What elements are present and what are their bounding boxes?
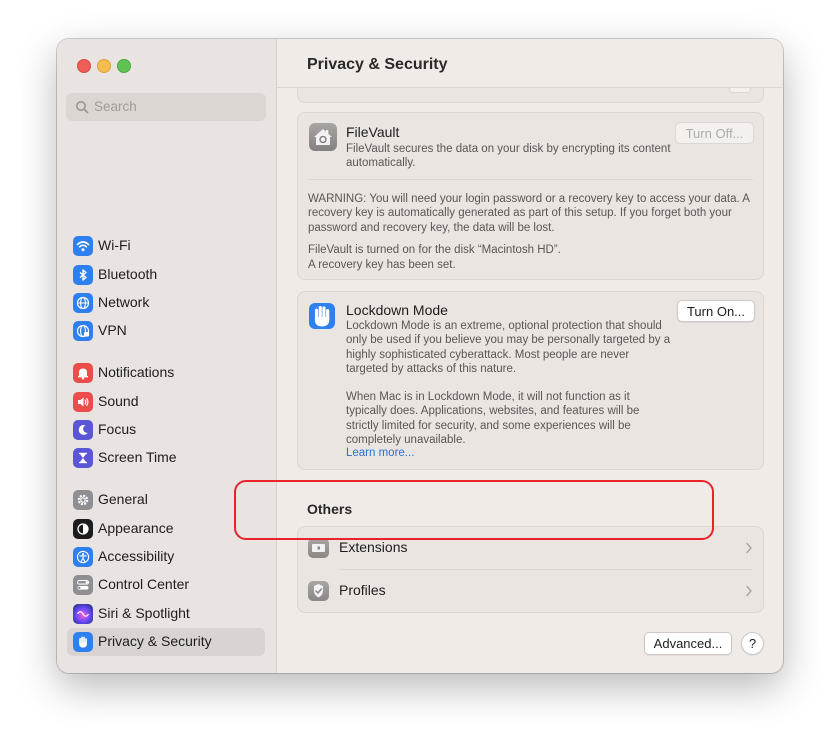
title-divider-overlay bbox=[277, 87, 783, 88]
accessibility-icon bbox=[73, 547, 93, 567]
profiles-label: Profiles bbox=[339, 582, 386, 598]
sidebar-item-label: Notifications bbox=[98, 364, 175, 380]
filevault-warning: WARNING: You will need your login passwo… bbox=[308, 193, 750, 234]
filevault-title: FileVault bbox=[346, 124, 400, 140]
profiles-check-icon bbox=[308, 581, 329, 601]
general-gear-icon bbox=[73, 490, 93, 510]
help-button[interactable]: ? bbox=[741, 632, 764, 655]
settings-window: Search Wi-Fi Bluetooth Network VPN Notif… bbox=[57, 39, 783, 673]
sidebar-item-label: Bluetooth bbox=[98, 266, 158, 282]
sidebar-item-network[interactable]: Network bbox=[67, 289, 265, 317]
main-pane: Privacy & Security Privacy & Security Fi… bbox=[277, 39, 783, 673]
sidebar-item-focus[interactable]: Focus bbox=[67, 416, 265, 444]
lockdown-description: Lockdown Mode is an extreme, optional pr… bbox=[346, 320, 671, 375]
zoom-window-button[interactable] bbox=[117, 59, 131, 73]
sound-speaker-icon bbox=[73, 392, 93, 412]
filevault-separator bbox=[308, 179, 753, 180]
filevault-status-line2: A recovery key has been set. bbox=[308, 259, 456, 271]
filevault-house-icon bbox=[309, 123, 337, 151]
lockdown-card: Lockdown Mode Lockdown Mode is an extrem… bbox=[297, 291, 764, 470]
filevault-card: FileVault FileVault secures the data on … bbox=[297, 112, 764, 280]
profiles-row[interactable]: Profiles bbox=[298, 570, 763, 612]
sidebar-item-label: Siri & Spotlight bbox=[98, 605, 190, 621]
extensions-icon bbox=[308, 538, 329, 558]
sidebar-item-siri-spotlight[interactable]: Siri & Spotlight bbox=[67, 600, 265, 628]
appearance-icon bbox=[73, 519, 93, 539]
sidebar-item-label: Privacy & Security bbox=[98, 633, 212, 649]
lockdown-description-2: When Mac is in Lockdown Mode, it will no… bbox=[346, 391, 640, 446]
sidebar-item-accessibility[interactable]: Accessibility bbox=[67, 543, 265, 571]
search-icon bbox=[76, 101, 89, 114]
sidebar-item-label: General bbox=[98, 491, 148, 507]
focus-moon-icon bbox=[73, 420, 93, 440]
sidebar-item-privacy-security[interactable]: Privacy & Security bbox=[67, 628, 265, 656]
wifi-icon bbox=[73, 236, 93, 256]
sidebar: Search Wi-Fi Bluetooth Network VPN Notif… bbox=[57, 39, 277, 673]
minimize-window-button[interactable] bbox=[97, 59, 111, 73]
privacy-hand-icon bbox=[73, 632, 93, 652]
sidebar-item-wifi[interactable]: Wi-Fi bbox=[67, 232, 265, 260]
chevron-right-icon bbox=[746, 542, 752, 554]
sidebar-item-label: Focus bbox=[98, 421, 137, 437]
bluetooth-icon bbox=[73, 265, 93, 285]
sidebar-item-notifications[interactable]: Notifications bbox=[67, 359, 265, 387]
search-placeholder: Search bbox=[94, 99, 137, 114]
learn-more-link[interactable]: Learn more... bbox=[346, 447, 414, 459]
sidebar-item-sound[interactable]: Sound bbox=[67, 388, 265, 416]
vpn-globe-icon bbox=[73, 321, 93, 341]
page-title-overlay: Privacy & Security bbox=[307, 56, 448, 73]
sidebar-item-label: Network bbox=[98, 294, 150, 310]
control-center-icon bbox=[73, 575, 93, 595]
network-globe-icon bbox=[73, 293, 93, 313]
sidebar-item-vpn[interactable]: VPN bbox=[67, 317, 265, 345]
extensions-label: Extensions bbox=[339, 539, 408, 555]
advanced-button[interactable]: Advanced... bbox=[644, 632, 732, 655]
sidebar-item-label: Control Center bbox=[98, 576, 190, 592]
sidebar-item-label: Appearance bbox=[98, 520, 174, 536]
turn-off-filevault-button[interactable]: Turn Off... bbox=[675, 122, 754, 144]
sidebar-item-screen-time[interactable]: Screen Time bbox=[67, 444, 265, 472]
turn-on-lockdown-button[interactable]: Turn On... bbox=[677, 300, 755, 322]
extensions-highlight-outline bbox=[234, 480, 714, 540]
sidebar-item-label: VPN bbox=[98, 322, 127, 338]
filevault-status-line1: FileVault is turned on for the disk “Mac… bbox=[308, 244, 561, 256]
notifications-bell-icon bbox=[73, 363, 93, 383]
sidebar-item-control-center[interactable]: Control Center bbox=[67, 571, 265, 599]
lockdown-title: Lockdown Mode bbox=[346, 302, 448, 318]
close-window-button[interactable] bbox=[77, 59, 91, 73]
search-input[interactable]: Search bbox=[66, 93, 266, 121]
chevron-right-icon bbox=[746, 585, 752, 597]
sidebar-item-label: Accessibility bbox=[98, 548, 175, 564]
siri-icon bbox=[73, 604, 93, 624]
sidebar-item-bluetooth[interactable]: Bluetooth bbox=[67, 261, 265, 289]
sidebar-item-label: Screen Time bbox=[98, 449, 177, 465]
screen-time-hourglass-icon bbox=[73, 448, 93, 468]
sidebar-item-label: Sound bbox=[98, 393, 139, 409]
filevault-description: FileVault secures the data on your disk … bbox=[346, 143, 671, 170]
sidebar-item-label: Wi-Fi bbox=[98, 237, 131, 253]
lockdown-hand-icon bbox=[309, 303, 335, 329]
